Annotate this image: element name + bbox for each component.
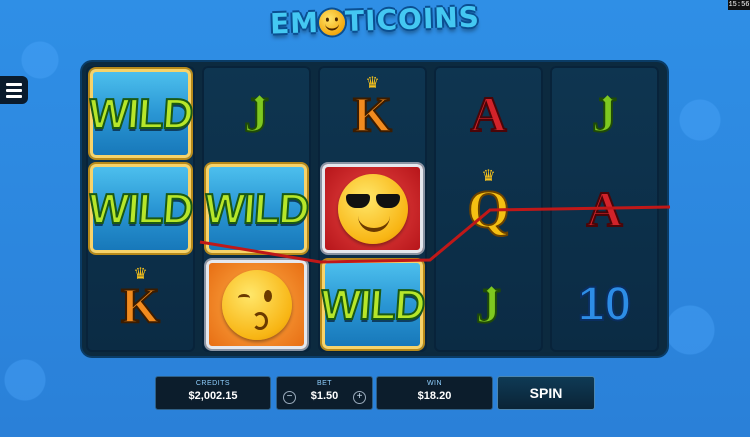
wild-symbol: WILD: [202, 164, 311, 253]
wild-symbol: WILD: [86, 69, 195, 158]
reel-cell: Q ♛: [434, 161, 543, 256]
wild-symbol-text: WILD: [318, 280, 427, 329]
card-symbol-a: A: [469, 85, 507, 142]
reel-cell: 10: [550, 257, 659, 352]
credits-label: CREDITS: [195, 380, 231, 387]
bet-decrease-button[interactable]: −: [283, 391, 296, 404]
reel-cell: WILD: [86, 161, 195, 256]
reel-cell: A: [550, 161, 659, 256]
reel-cell: K ♛: [318, 66, 427, 161]
card-symbol-j: J ◆: [591, 88, 618, 140]
card-symbol-j: J ◆: [243, 88, 270, 140]
win-panel: WIN $18.20: [376, 376, 493, 410]
card-symbol-letter: Q: [466, 178, 510, 239]
reel-cell: [318, 161, 427, 256]
reel-3: K ♛ WILD: [318, 66, 427, 352]
card-symbol-letter: K: [352, 85, 393, 142]
reel-board: WILD WILD K ♛ J ◆ WILD K ♛ WILD A Q ♛ J ◆ J ◆ A 10: [82, 62, 667, 356]
game-logo: EM TICOINS: [0, 0, 750, 50]
reel-cell: [202, 257, 311, 352]
card-symbol-q: Q ♛: [466, 167, 510, 239]
logo-text-part1: EM: [269, 5, 320, 41]
wild-symbol: WILD: [318, 260, 427, 349]
reel-cell: WILD: [86, 66, 195, 161]
crown-icon: ♛: [365, 72, 380, 92]
reel-4: A Q ♛ J ◆: [434, 66, 543, 352]
credits-panel: CREDITS $2,002.15: [155, 376, 271, 410]
card-symbol-letter: A: [585, 180, 623, 237]
logo-text-part2: TICOINS: [344, 0, 481, 39]
credits-value: $2,002.15: [188, 390, 238, 402]
reel-cell: WILD: [202, 161, 311, 256]
bet-panel: BET $1.50 − +: [276, 376, 373, 410]
smile-mouth-icon: [357, 214, 390, 232]
hamburger-icon-bar: [6, 94, 22, 98]
wink-kiss-emoji-symbol: [206, 260, 307, 349]
eye-icon: [263, 289, 272, 302]
bet-label: BET: [316, 380, 333, 387]
wild-symbol: WILD: [86, 164, 195, 253]
hamburger-icon-bar: [6, 88, 22, 92]
sunglasses-icon: [345, 193, 400, 208]
reel-cell: A: [434, 66, 543, 161]
leaf-icon: ◆: [254, 91, 265, 106]
spin-button[interactable]: SPIN: [497, 376, 595, 410]
winking-eye-icon: [237, 293, 250, 302]
wild-symbol-text: WILD: [86, 89, 195, 138]
reel-2: J ◆ WILD: [202, 66, 311, 352]
bet-increase-button[interactable]: +: [353, 391, 366, 404]
menu-button[interactable]: [0, 76, 28, 104]
win-label: WIN: [426, 380, 443, 387]
wink-kiss-emoji-icon: [221, 269, 292, 340]
card-symbol-letter: A: [469, 85, 507, 142]
reel-5: J ◆ A 10: [550, 66, 659, 352]
card-symbol-letter: 10: [577, 277, 632, 331]
wild-symbol-text: WILD: [202, 184, 311, 233]
reel-cell: K ♛: [86, 257, 195, 352]
leaf-icon: ◆: [602, 91, 613, 106]
reel-cell: J ◆: [550, 66, 659, 161]
leaf-icon: ◆: [486, 282, 497, 297]
card-symbol-a: A: [585, 180, 623, 237]
card-symbol-10: 10: [577, 277, 632, 331]
card-symbol-k: K ♛: [120, 265, 161, 333]
smiley-coin-icon: [318, 9, 346, 36]
card-symbol-j: J ◆: [475, 279, 502, 331]
card-symbol-k: K ♛: [352, 74, 393, 142]
crown-icon: ♛: [481, 165, 496, 185]
kiss-mouth-icon: [251, 311, 268, 330]
reel-cell: WILD: [318, 257, 427, 352]
sunglasses-emoji-symbol: [322, 164, 423, 253]
card-symbol-letter: K: [120, 276, 161, 333]
reel-cell: J ◆: [202, 66, 311, 161]
hamburger-icon-bar: [6, 82, 22, 86]
win-value: $18.20: [417, 390, 452, 402]
sunglasses-emoji-icon: [337, 173, 408, 244]
wild-symbol-text: WILD: [86, 184, 195, 233]
reel-1: WILD WILD K ♛: [86, 66, 195, 352]
reel-cell: J ◆: [434, 257, 543, 352]
crown-icon: ♛: [133, 263, 148, 283]
